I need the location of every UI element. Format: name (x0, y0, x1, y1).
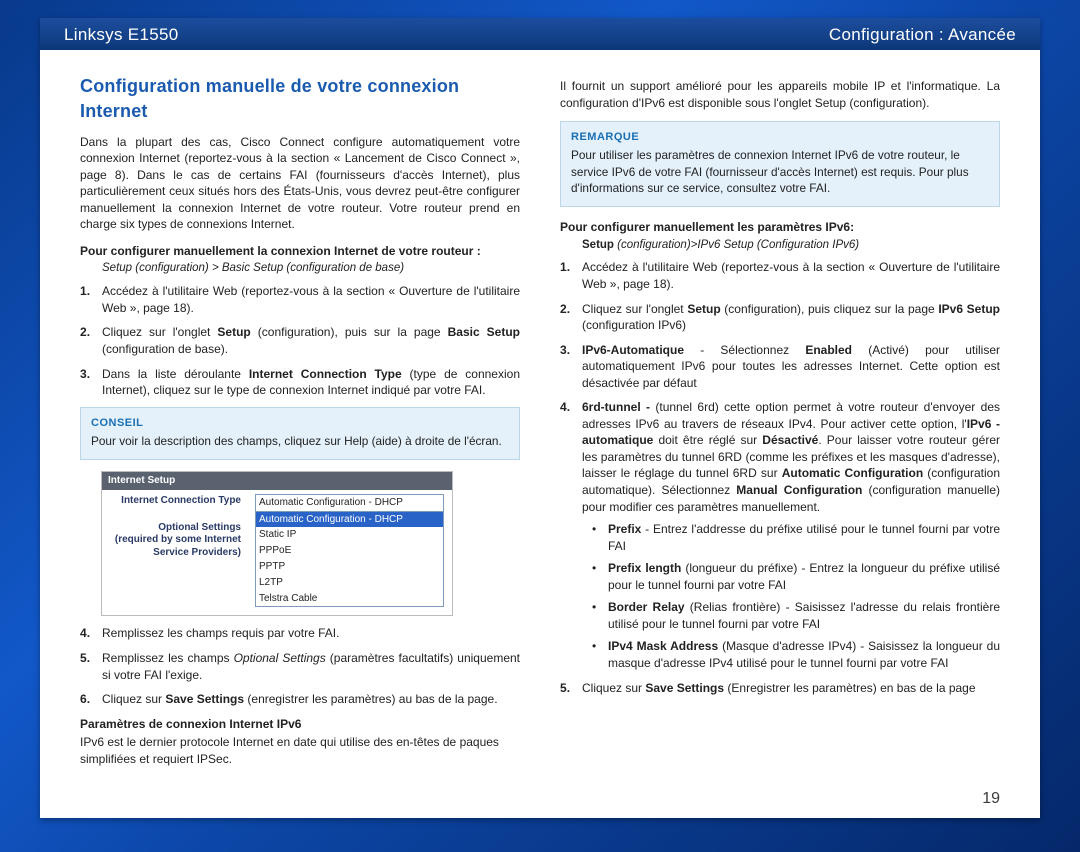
label-optional-settings: Optional Settings (required by some Inte… (108, 522, 241, 560)
option-dhcp[interactable]: Automatic Configuration - DHCP (256, 512, 443, 528)
subheading-ipv6-config: Pour configurer manuellement les paramèt… (560, 219, 1000, 236)
subheading-ipv6-params: Paramètres de connexion Internet IPv6 (80, 716, 520, 733)
router-screenshot: Internet Setup Internet Connection Type … (102, 472, 452, 615)
breadcrumb-ipv6-setup: Setup (configuration)>IPv6 Setup (Config… (582, 238, 1000, 254)
step-2: Cliquez sur l'onglet Setup (configuratio… (80, 324, 520, 357)
bullet-border-relay: Border Relay (Relias frontière) - Saisis… (592, 599, 1000, 632)
bullet-prefix-length: Prefix length (longueur du préfixe) - En… (592, 560, 1000, 593)
option-telstra[interactable]: Telstra Cable (256, 591, 443, 607)
intro-paragraph: Dans la plupart des cas, Cisco Connect c… (80, 134, 520, 233)
option-pppoe[interactable]: PPPoE (256, 543, 443, 559)
ipv6-continued: Il fournit un support amélioré pour les … (560, 78, 1000, 111)
left-column: Configuration manuelle de votre connexio… (80, 74, 520, 804)
steps-list-left-cont: Remplissez les champs requis par votre F… (80, 625, 520, 707)
callout-body: Pour voir la description des champs, cli… (91, 434, 502, 448)
ipv6-intro: IPv6 est le dernier protocole Internet e… (80, 734, 520, 767)
steps-list-right: Accédez à l'utilitaire Web (reportez-vou… (560, 259, 1000, 696)
option-static-ip[interactable]: Static IP (256, 527, 443, 543)
page-number: 19 (982, 790, 1000, 808)
bullet-list: Prefix - Entrez l'addresse du préfixe ut… (592, 521, 1000, 671)
callout-label: CONSEIL (91, 416, 509, 431)
bullet-prefix: Prefix - Entrez l'addresse du préfixe ut… (592, 521, 1000, 554)
callout-conseil: CONSEIL Pour voir la description des cha… (80, 407, 520, 460)
r-step-3: IPv6-Automatique - Sélectionnez Enabled … (560, 342, 1000, 392)
header-right: Configuration : Avancée (829, 25, 1016, 45)
callout-label-remarque: REMARQUE (571, 130, 989, 145)
callout-body-remarque: Pour utiliser les paramètres de connexio… (571, 148, 969, 195)
step-3: Dans la liste déroulante Internet Connec… (80, 366, 520, 399)
r-step-2: Cliquez sur l'onglet Setup (configuratio… (560, 301, 1000, 334)
subheading-router-config: Pour configurer manuellement la connexio… (80, 243, 520, 260)
select-connection-type[interactable]: Automatic Configuration - DHCP (255, 494, 444, 512)
option-l2tp[interactable]: L2TP (256, 575, 443, 591)
option-pptp[interactable]: PPTP (256, 559, 443, 575)
document-page: Linksys E1550 Configuration : Avancée Co… (40, 18, 1040, 818)
page-header: Linksys E1550 Configuration : Avancée (40, 18, 1040, 50)
header-left: Linksys E1550 (64, 25, 178, 45)
step-5: Remplissez les champs Optional Settings … (80, 650, 520, 683)
step-4: Remplissez les champs requis par votre F… (80, 625, 520, 642)
step-6: Cliquez sur Save Settings (enregistrer l… (80, 691, 520, 708)
r-step-5: Cliquez sur Save Settings (Enregistrer l… (560, 680, 1000, 697)
step-1: Accédez à l'utilitaire Web (reportez-vou… (80, 283, 520, 316)
section-title: Configuration manuelle de votre connexio… (80, 74, 520, 124)
r-step-1: Accédez à l'utilitaire Web (reportez-vou… (560, 259, 1000, 292)
steps-list-left: Accédez à l'utilitaire Web (reportez-vou… (80, 283, 520, 398)
page-body: Configuration manuelle de votre connexio… (40, 50, 1040, 818)
r-step-4: 6rd-tunnel - (tunnel 6rd) cette option p… (560, 399, 1000, 671)
breadcrumb-basic-setup: Setup (configuration) > Basic Setup (con… (102, 261, 520, 277)
callout-remarque: REMARQUE Pour utiliser les paramètres de… (560, 121, 1000, 207)
bullet-ipv4-mask: IPv4 Mask Address (Masque d'adresse IPv4… (592, 638, 1000, 671)
dropdown-list[interactable]: Automatic Configuration - DHCP Static IP… (255, 511, 444, 608)
label-internet-connection-type: Internet Connection Type (108, 494, 241, 508)
router-bar: Internet Setup (102, 472, 452, 490)
right-column: Il fournit un support amélioré pour les … (560, 74, 1000, 804)
